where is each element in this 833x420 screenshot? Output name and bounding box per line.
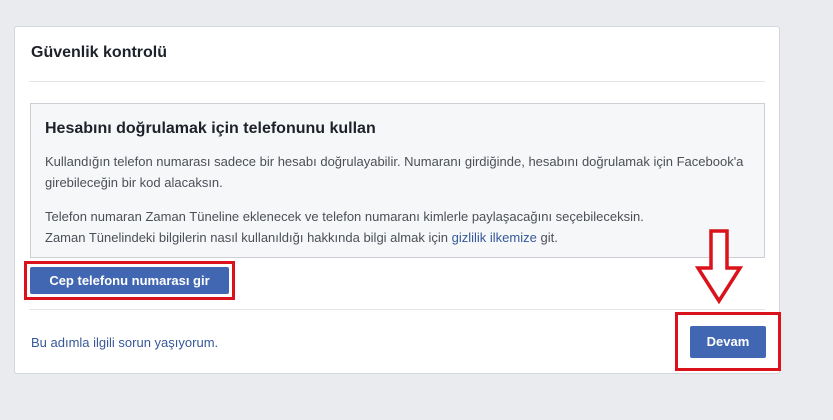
continue-button-highlight: Devam bbox=[675, 312, 781, 371]
enter-phone-number-button[interactable]: Cep telefonu numarası gir bbox=[30, 267, 229, 294]
report-problem-link[interactable]: Bu adımla ilgili sorun yaşıyorum. bbox=[31, 335, 218, 350]
privacy-policy-link[interactable]: gizlilik ilkemize bbox=[452, 230, 537, 245]
info-paragraph-2-line-1: Telefon numaran Zaman Tüneline eklenecek… bbox=[45, 209, 644, 224]
info-heading: Hesabını doğrulamak için telefonunu kull… bbox=[45, 120, 376, 137]
info-paragraph-2-line-2: Zaman Tünelindeki bilgilerin nasıl kulla… bbox=[45, 230, 448, 245]
security-check-card: Güvenlik kontrolü Hesabını doğrulamak iç… bbox=[14, 26, 780, 374]
header-divider bbox=[29, 81, 765, 82]
info-paragraph-1: Kullandığın telefon numarası sadece bir … bbox=[45, 154, 744, 190]
page-title: Güvenlik kontrolü bbox=[31, 44, 168, 61]
footer-divider bbox=[29, 309, 765, 310]
phone-button-highlight: Cep telefonu numarası gir bbox=[24, 261, 235, 300]
info-paragraph-2-line-2-end: git. bbox=[540, 230, 558, 245]
info-box: Hesabını doğrulamak için telefonunu kull… bbox=[30, 103, 765, 258]
continue-button[interactable]: Devam bbox=[690, 326, 766, 358]
arrow-down-icon bbox=[695, 229, 743, 304]
info-paragraph-2: Telefon numaran Zaman Tüneline eklenecek… bbox=[45, 206, 752, 248]
